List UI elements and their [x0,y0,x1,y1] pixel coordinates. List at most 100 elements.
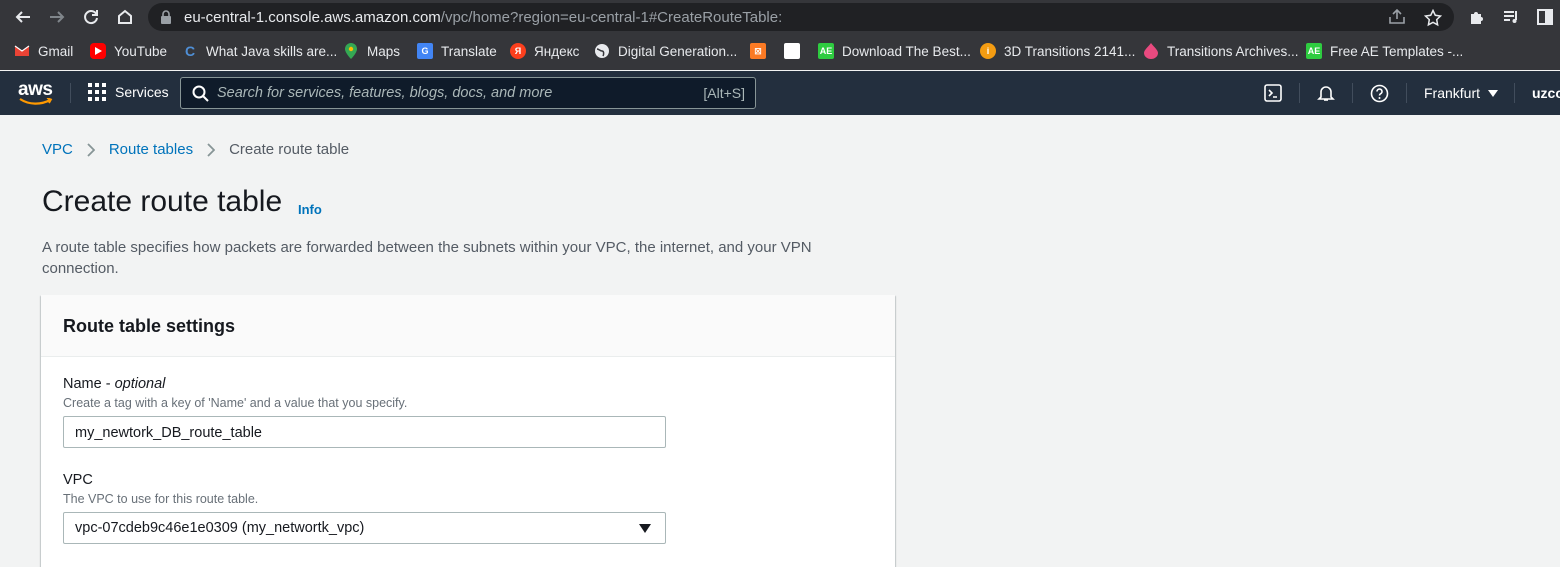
bookmark-transitions-archives[interactable]: Transitions Archives... [1143,41,1299,61]
bookmark-translate[interactable]: G Translate [417,41,497,61]
divider [70,83,71,103]
bookmark-label: 3D Transitions 2141... [1004,43,1136,59]
breadcrumb-current: Create route table [229,141,350,158]
bookmark-maps[interactable]: Maps [343,41,400,61]
help-icon [1370,84,1388,102]
blank-page-icon [784,43,800,59]
ae-icon: AE [818,43,834,59]
caret-down-icon [639,524,651,533]
page-description: A route table specifies how packets are … [42,239,812,277]
aws-smile-icon [19,98,53,105]
url-text: eu-central-1.console.aws.amazon.com/vpc/… [184,9,782,26]
side-panel-button[interactable] [1534,6,1556,28]
browser-chrome: eu-central-1.console.aws.amazon.com/vpc/… [0,0,1560,70]
name-field-description: Create a tag with a key of 'Name' and a … [63,396,408,410]
forward-arrow-icon [50,11,65,23]
maps-icon [343,43,359,59]
lock-icon [161,10,171,24]
bookmark-free-ae-templates[interactable]: AE Free AE Templates -... [1306,41,1463,61]
bookmarks-bar: Gmail YouTube C What Java skills are... … [0,36,1560,66]
info-orange-icon: i [980,43,996,59]
bookmark-label: Digital Generation... [618,43,738,59]
extensions-button[interactable] [1466,6,1488,28]
terminal-icon [1264,84,1282,102]
globe-icon [594,43,610,59]
bookmark-label: Transitions Archives... [1167,43,1299,59]
c-icon: C [184,43,196,59]
chevron-right-icon [87,142,95,157]
chevron-right-icon [207,142,216,157]
bookmark-xampp[interactable]: ⊠ [750,41,774,61]
address-row: eu-central-1.console.aws.amazon.com/vpc/… [0,0,1560,34]
forward-button[interactable] [46,6,68,28]
cloudshell-button[interactable] [1263,83,1283,103]
back-button[interactable] [12,6,34,28]
bookmark-label: Gmail [38,43,74,59]
account-menu[interactable]: uzco [1532,85,1560,101]
region-selector[interactable]: Frankfurt [1424,85,1499,101]
optional-label: optional [114,376,166,392]
panel-header: Route table settings [41,295,895,357]
share-icon[interactable] [1388,8,1406,30]
vpc-field-description: The VPC to use for this route table. [63,492,259,506]
yandex-icon: Я [510,43,526,59]
bookmark-star-icon[interactable] [1423,8,1443,32]
panel-title: Route table settings [63,316,236,336]
bookmark-label: YouTube [114,43,168,59]
back-arrow-icon [15,11,30,23]
home-button[interactable] [114,6,136,28]
bookmark-download-best[interactable]: AE Download The Best... [818,41,971,61]
bookmark-label: Free AE Templates -... [1330,43,1464,59]
address-bar[interactable]: eu-central-1.console.aws.amazon.com/vpc/… [148,3,1454,31]
breadcrumb-route-tables-link[interactable]: Route tables [109,141,193,158]
page-title: Create route table [42,185,283,218]
bookmark-label: Maps [367,43,401,59]
bookmark-yandex[interactable]: Я Яндекс [510,41,579,61]
info-link[interactable]: Info [298,202,322,217]
name-field[interactable] [63,416,666,448]
divider [1406,83,1407,103]
reload-button[interactable] [80,6,102,28]
bell-icon [1317,86,1335,101]
region-label: Frankfurt [1424,85,1481,101]
gmail-icon [14,43,30,59]
search-box[interactable]: [Alt+S] [180,77,756,109]
url-host: eu-central-1.console.aws.amazon.com [184,9,441,26]
help-button[interactable] [1369,83,1389,103]
breadcrumb: VPC Route tables Create route table [42,141,349,158]
bookmark-blank[interactable] [784,41,808,61]
reading-list-button[interactable] [1500,6,1522,28]
name-input[interactable] [75,423,645,443]
bookmark-java-skills[interactable]: C What Java skills are... [182,41,337,61]
bookmark-label: What Java skills are... [206,43,338,59]
divider [1514,83,1515,103]
vpc-selected-value: vpc-07cdeb9c46e1e0309 (my_networtk_vpc) [75,520,365,536]
bookmark-gmail[interactable]: Gmail [14,41,73,61]
url-path: /vpc/home?region=eu-central-1#CreateRout… [440,9,783,26]
search-input[interactable] [217,82,657,104]
bookmark-digital-generation[interactable]: Digital Generation... [594,41,737,61]
divider [1299,83,1300,103]
puzzle-icon [1471,12,1483,24]
aws-logo[interactable]: aws [18,79,54,107]
notifications-button[interactable] [1316,83,1336,103]
pink-drop-icon [1143,43,1159,59]
bookmark-label: Translate [441,43,497,59]
reading-list-icon [1504,11,1517,23]
ae-icon: AE [1306,43,1322,59]
side-panel-icon [1537,9,1553,25]
youtube-icon [90,43,106,59]
bookmark-youtube[interactable]: YouTube [90,41,167,61]
search-icon [192,85,209,102]
translate-icon: G [417,43,433,59]
xampp-icon: ⊠ [750,43,766,59]
bookmark-3d-transitions[interactable]: i 3D Transitions 2141... [980,41,1135,61]
breadcrumb-vpc-link[interactable]: VPC [42,141,73,158]
name-label: Name - [63,376,111,392]
bookmark-label: Download The Best... [842,43,971,59]
bookmark-label: Яндекс [534,43,580,59]
caret-down-icon [1488,89,1499,97]
vpc-select[interactable]: vpc-07cdeb9c46e1e0309 (my_networtk_vpc) [63,512,666,544]
aws-top-nav: aws Services [Alt+S] Frankfurt uzco [0,71,1560,115]
services-menu-button[interactable]: Services [88,83,169,101]
